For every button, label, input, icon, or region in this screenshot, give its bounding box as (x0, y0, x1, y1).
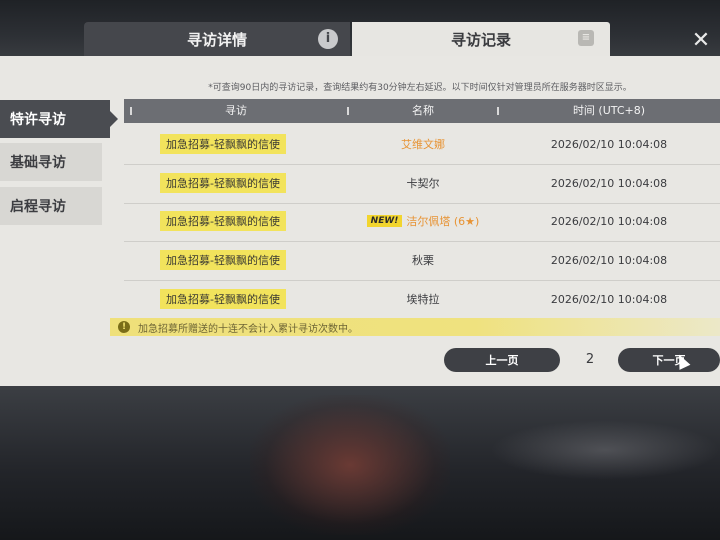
row-time: 2026/02/10 10:04:08 (550, 137, 668, 151)
prev-page-label: 上一页 (485, 354, 519, 367)
row-time: 2026/02/10 10:04:08 (550, 176, 668, 190)
header-gacha: 寻访 (225, 104, 247, 117)
sidebar-item-label: 特许寻访 (10, 112, 66, 128)
table-row: 加急招募-轻飘飘的信使 秋栗 2026/02/10 10:04:08 (124, 240, 720, 281)
header-time: 时间 (UTC+8) (572, 104, 646, 117)
tab-gacha-records-label: 寻访记录 (450, 30, 511, 49)
row-operator-name: 秋栗 (412, 254, 434, 267)
info-icon[interactable]: i (318, 29, 338, 49)
sidebar-item-standard[interactable]: 基础寻访 (0, 143, 102, 181)
tab-gacha-records[interactable]: 寻访记录 ≡ (352, 22, 610, 56)
close-icon[interactable]: ✕ (690, 30, 712, 52)
row-time: 2026/02/10 10:04:08 (550, 214, 668, 228)
prev-page-button[interactable]: 上一页 (444, 348, 560, 372)
header-name: 名称 (412, 104, 434, 117)
background-figure (250, 395, 450, 535)
table-row: 加急招募-轻飘飘的信使 NEW! 洁尔佩塔 (6★) 2026/02/10 10… (124, 201, 720, 242)
row-gacha-type: 加急招募-轻飘飘的信使 (160, 173, 286, 193)
next-page-button[interactable]: 下一页 (618, 348, 720, 372)
sidebar-item-special[interactable]: 特许寻访 (0, 100, 118, 138)
row-operator-name: 卡契尔 (406, 177, 440, 190)
tab-gacha-details[interactable]: 寻访详情 i (84, 22, 350, 56)
row-gacha-type: 加急招募-轻飘飘的信使 (160, 134, 286, 154)
row-gacha-type: 加急招募-轻飘飘的信使 (160, 211, 286, 231)
table-row: 加急招募-轻飘飘的信使 卡契尔 2026/02/10 10:04:08 (124, 163, 720, 204)
sidebar-item-label: 基础寻访 (10, 155, 66, 171)
row-gacha-type: 加急招募-轻飘飘的信使 (160, 250, 286, 270)
table-row: 加急招募-轻飘飘的信使 埃特拉 2026/02/10 10:04:08 (124, 279, 720, 320)
row-gacha-type: 加急招募-轻飘飘的信使 (160, 289, 286, 309)
row-operator-name: 艾维文娜 (401, 138, 445, 151)
row-operator-name: 埃特拉 (406, 293, 440, 306)
warning-strip: ! 加急招募所赠送的十连不会计入累计寻访次数中。 (110, 318, 720, 336)
sidebar-item-label: 启程寻访 (10, 199, 66, 215)
background-glow (490, 420, 720, 480)
tab-gacha-details-label: 寻访详情 (186, 30, 247, 49)
row-time: 2026/02/10 10:04:08 (550, 253, 668, 267)
new-badge: NEW! (366, 215, 403, 227)
current-page-number: 2 (585, 352, 595, 367)
warning-text: 加急招募所赠送的十连不会计入累计寻访次数中。 (138, 323, 358, 335)
query-notice: *可查询90日内的寻访记录，查询结果约有30分钟左右延迟。以下时间仅针对管理员所… (208, 83, 632, 93)
row-operator-name-cell: NEW! 洁尔佩塔 (6★) (348, 201, 498, 241)
warning-icon: ! (118, 321, 130, 333)
table-header: 寻访 名称 时间 (UTC+8) (124, 99, 720, 123)
row-time: 2026/02/10 10:04:08 (550, 292, 668, 306)
table-row: 加急招募-轻飘飘的信使 艾维文娜 2026/02/10 10:04:08 (124, 124, 720, 165)
document-icon: ≡ (578, 30, 594, 46)
row-operator-name: 洁尔佩塔 (6★) (406, 215, 480, 228)
sidebar-item-beginner[interactable]: 启程寻访 (0, 187, 102, 225)
